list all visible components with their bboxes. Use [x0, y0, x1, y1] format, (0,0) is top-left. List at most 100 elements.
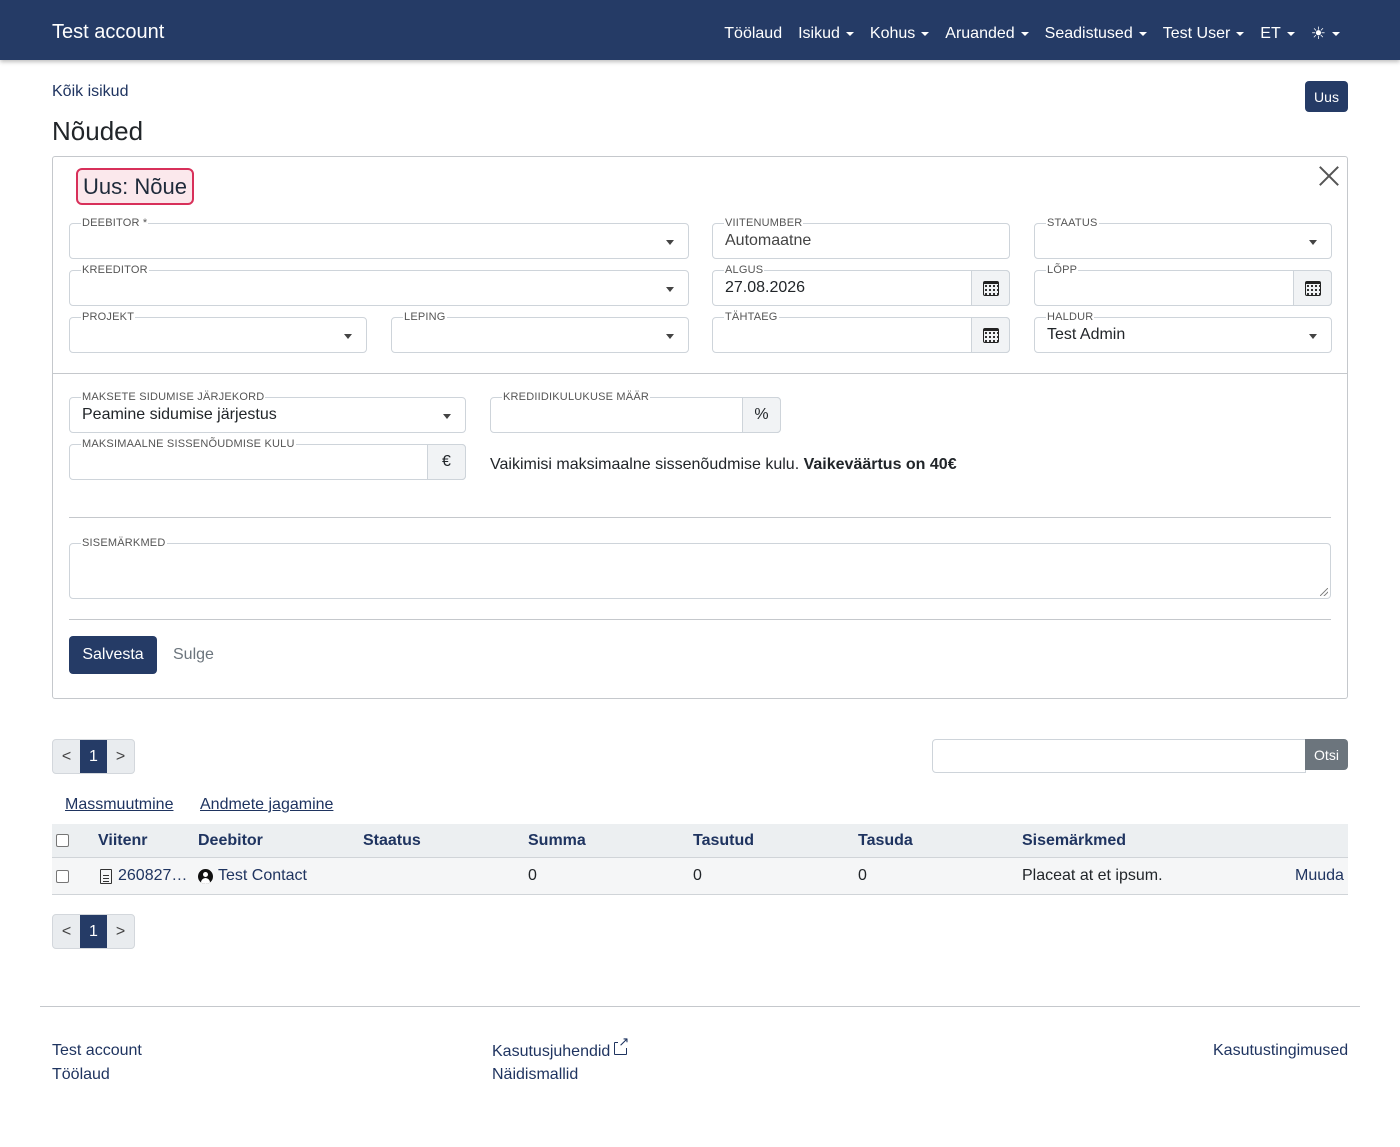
nav-item-aruanded[interactable]: Aruanded [945, 25, 1029, 43]
tasuda-cell: 0 [858, 867, 867, 884]
nav-item-label: Isikud [798, 25, 840, 42]
caret-down-icon [1020, 32, 1029, 36]
nav-item-toolaud[interactable]: Töölaud [724, 25, 782, 43]
caret-down-icon [666, 287, 674, 292]
document-icon [100, 868, 112, 884]
euro-addon: € [427, 444, 466, 480]
caret-down-icon [344, 334, 352, 339]
payment-order-select[interactable]: Maksete sidumise järjekord Peamine sidum… [69, 391, 466, 433]
col-header-tasutud[interactable]: Tasutud [693, 824, 754, 857]
search-input[interactable] [932, 739, 1306, 773]
deebitor-cell[interactable]: Test Contact [198, 858, 307, 894]
section-divider [69, 517, 1331, 518]
close-icon[interactable] [1318, 165, 1340, 187]
section-divider [69, 619, 1331, 620]
nav-item-isikud[interactable]: Isikud [798, 25, 854, 43]
col-header-deebitor[interactable]: Deebitor [198, 824, 263, 857]
caret-down-icon [443, 414, 451, 419]
page-1-button[interactable]: 1 [80, 915, 107, 948]
calendar-button[interactable] [1293, 270, 1332, 306]
page-1-button[interactable]: 1 [80, 740, 107, 773]
deebitor-select[interactable]: Deebitor * [69, 217, 689, 259]
viitenr-cell[interactable]: 260827… [100, 858, 187, 894]
nav-item-language[interactable]: ET [1260, 25, 1295, 43]
summa-cell: 0 [528, 867, 537, 884]
percent-addon: % [742, 397, 781, 433]
footer-link-label: Kasutusjuhendid [492, 1043, 611, 1060]
new-button[interactable]: Uus [1305, 81, 1348, 112]
col-header-staatus[interactable]: Staatus [363, 824, 421, 857]
nav-item-user[interactable]: Test User [1163, 25, 1245, 43]
field-label: Krediidikulukuse määr [502, 391, 651, 403]
next-page-button[interactable]: > [107, 740, 134, 773]
pagination-top: < 1 > [52, 739, 135, 774]
tahtaeg-date-input[interactable]: Tähtaeg [712, 311, 1010, 353]
sun-icon: ☀ [1310, 24, 1326, 43]
col-header-sisemarkmed[interactable]: Sisemärkmed [1022, 824, 1126, 857]
tasutud-cell: 0 [693, 867, 702, 884]
table-row: 260827… Test Contact 0 0 0 Placeat at et… [52, 858, 1348, 895]
nav-item-label: ET [1260, 25, 1281, 42]
kreeditor-select[interactable]: Kreeditor [69, 264, 689, 306]
footer-link-guides[interactable]: Kasutusjuhendid [492, 1035, 630, 1061]
col-header-summa[interactable]: Summa [528, 824, 586, 857]
select-all-checkbox[interactable] [56, 834, 69, 847]
field-label: Deebitor * [81, 217, 149, 229]
caret-down-icon [1286, 32, 1295, 36]
nav-item-seadistused[interactable]: Seadistused [1045, 25, 1147, 43]
credit-cost-rate-input[interactable]: Krediidikulukuse määr % [490, 391, 781, 433]
footer-link-account[interactable]: Test account [52, 1042, 142, 1060]
algus-date-input[interactable]: Algus 27.08.2026 [712, 264, 1010, 306]
viitenr-link[interactable]: 260827… [118, 867, 187, 885]
caret-down-icon [1309, 240, 1317, 245]
theme-toggle[interactable]: ☀ [1311, 25, 1340, 43]
staatus-select[interactable]: Staatus [1034, 217, 1332, 259]
col-header-viitenr[interactable]: Viitenr [98, 824, 148, 857]
leping-select[interactable]: Leping [391, 311, 689, 353]
caret-down-icon [921, 32, 930, 36]
breadcrumb-all-persons[interactable]: Kõik isikud [52, 83, 128, 101]
calendar-button[interactable] [971, 270, 1010, 306]
max-collection-cost-input[interactable]: Maksimaalne sissenõudmise kulu € [69, 438, 466, 480]
field-label: Kreeditor [81, 264, 149, 276]
nav-item-kohus[interactable]: Kohus [869, 25, 930, 43]
search-button[interactable]: Otsi [1305, 739, 1348, 770]
data-sharing-link[interactable]: Andmete jagamine [200, 796, 333, 814]
caret-down-icon [1309, 334, 1317, 339]
footer-link-templates[interactable]: Näidismallid [492, 1066, 578, 1084]
info-bold-text: Vaikeväärtus on 40€ [803, 456, 957, 473]
lopp-date-input[interactable]: Lõpp [1034, 264, 1332, 306]
deebitor-link[interactable]: Test Contact [218, 867, 307, 885]
field-label: Viitenumber [724, 217, 804, 229]
prev-page-button[interactable]: < [53, 915, 80, 948]
row-checkbox[interactable] [56, 869, 69, 883]
field-label: Leping [403, 311, 447, 323]
page-title: Nõuded [52, 116, 144, 146]
footer-link-terms[interactable]: Kasutustingimused [1213, 1042, 1348, 1060]
close-button[interactable]: Sulge [173, 636, 214, 674]
viitenumber-field: Viitenumber Automaatne [712, 217, 1010, 259]
mass-edit-link[interactable]: Massmuutmine [65, 796, 173, 814]
caret-down-icon [1236, 32, 1245, 36]
next-page-button[interactable]: > [107, 915, 134, 948]
nav-item-label: Töölaud [724, 25, 783, 42]
brand-link[interactable]: Test account [52, 21, 164, 44]
default-cost-info: Vaikimisi maksimaalne sissenõudmise kulu… [490, 456, 957, 474]
caret-down-icon [845, 32, 854, 36]
footer-link-dashboard[interactable]: Töölaud [52, 1066, 110, 1084]
haldur-select[interactable]: Haldur Test Admin [1034, 311, 1332, 353]
caret-down-icon [666, 334, 674, 339]
internal-notes-textarea[interactable]: Sisemärkmed [69, 537, 1331, 599]
col-header-tasuda[interactable]: Tasuda [858, 824, 913, 857]
prev-page-button[interactable]: < [53, 740, 80, 773]
nav-menu: Töölaud Isikud Kohus Aruanded Seadistuse… [724, 25, 1340, 43]
save-button[interactable]: Salvesta [69, 636, 157, 674]
projekt-select[interactable]: Projekt [69, 311, 367, 353]
calendar-button[interactable] [971, 317, 1010, 353]
calendar-icon [982, 327, 999, 343]
resize-grip-icon[interactable] [1320, 588, 1328, 596]
edit-link[interactable]: Muuda [1295, 867, 1344, 885]
nav-item-label: Seadistused [1044, 25, 1133, 42]
nav-item-label: Kohus [869, 25, 916, 42]
form-title: Uus: Nõue [76, 168, 194, 205]
